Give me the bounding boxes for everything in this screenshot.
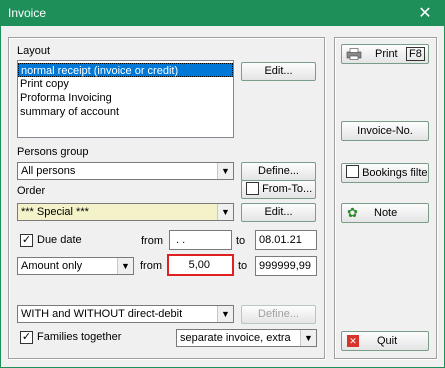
bookings-filter-checkbox[interactable]: [346, 165, 359, 178]
due-date-from-label: from: [141, 235, 163, 247]
print-button[interactable]: Print F8: [341, 44, 429, 64]
amount-to-value: 999999,99: [259, 260, 311, 272]
amount-select[interactable]: Amount only ▼: [17, 257, 134, 275]
due-date-from-field[interactable]: . .: [169, 230, 232, 250]
print-key-label: F8: [406, 47, 425, 61]
layout-edit-button[interactable]: Edit...: [241, 62, 316, 81]
amount-value: Amount only: [21, 260, 83, 272]
layout-item[interactable]: summary of account: [18, 105, 233, 119]
close-icon: ✕: [347, 335, 359, 347]
amount-to-label: to: [238, 260, 248, 272]
side-group: [334, 37, 437, 359]
invoice-no-button[interactable]: Invoice-No.: [341, 121, 429, 141]
due-date-to-field[interactable]: 08.01.21: [255, 230, 317, 250]
chevron-down-icon[interactable]: ▼: [300, 330, 316, 346]
layout-label: Layout: [17, 45, 51, 57]
chevron-down-icon[interactable]: ▼: [117, 258, 133, 274]
title-bar: Invoice ✕: [1, 1, 444, 26]
order-select[interactable]: *** Special *** ▼: [17, 203, 234, 221]
close-icon[interactable]: ✕: [410, 1, 440, 26]
direct-debit-value: WITH and WITHOUT direct-debit: [21, 308, 183, 320]
quit-label: Quit: [377, 335, 398, 347]
from-to-label: From-To...: [262, 183, 313, 195]
due-date-to-value: 08.01.21: [259, 234, 302, 246]
chevron-down-icon[interactable]: ▼: [217, 204, 233, 220]
amount-from-label: from: [140, 260, 162, 272]
due-date-to-label: to: [236, 235, 246, 247]
layout-item[interactable]: normal receipt (invoice or credit): [18, 63, 233, 77]
families-value: separate invoice, extra: [180, 332, 291, 344]
order-label: Order: [17, 185, 46, 197]
amount-from-field[interactable]: 5,00: [167, 254, 234, 276]
persons-group-value: All persons: [21, 165, 76, 177]
bookings-filter-label: Bookings filter: [362, 167, 429, 180]
direct-debit-select[interactable]: WITH and WITHOUT direct-debit ▼: [17, 305, 234, 323]
chevron-down-icon[interactable]: ▼: [217, 163, 233, 179]
families-select[interactable]: separate invoice, extra ▼: [176, 329, 317, 347]
due-date-from-value: . .: [176, 234, 186, 246]
amount-from-value: 5,00: [188, 259, 210, 271]
order-value: *** Special ***: [21, 206, 89, 218]
layout-item[interactable]: Proforma Invoicing: [18, 91, 233, 105]
invoice-window: Invoice ✕ Layout normal receipt (invoice…: [0, 0, 445, 368]
bookings-filter-button[interactable]: Bookings filter: [341, 163, 429, 183]
from-to-button[interactable]: From-To...: [241, 180, 316, 199]
due-date-checkbox[interactable]: ✓: [20, 234, 33, 247]
families-checkbox[interactable]: ✓: [20, 331, 33, 344]
printer-icon: [346, 48, 362, 60]
from-to-checkbox[interactable]: [246, 181, 259, 195]
persons-define-button[interactable]: Define...: [241, 162, 316, 181]
note-label: Note: [374, 207, 398, 219]
print-label: Print: [375, 48, 398, 60]
layout-item[interactable]: Print copy: [18, 77, 233, 91]
window-title: Invoice: [8, 6, 47, 20]
note-button[interactable]: ✿ Note: [341, 203, 429, 223]
families-label: Families together: [37, 331, 122, 343]
order-edit-button[interactable]: Edit...: [241, 203, 316, 222]
persons-group-select[interactable]: All persons ▼: [17, 162, 234, 180]
amount-to-field[interactable]: 999999,99: [255, 256, 317, 276]
direct-debit-define-button[interactable]: Define...: [241, 305, 316, 324]
layout-list[interactable]: normal receipt (invoice or credit) Print…: [17, 60, 234, 138]
persons-group-label: Persons group: [17, 146, 89, 158]
due-date-label: Due date: [37, 234, 82, 246]
quit-button[interactable]: ✕ Quit: [341, 331, 429, 351]
note-icon: ✿: [347, 205, 358, 220]
chevron-down-icon[interactable]: ▼: [217, 306, 233, 322]
